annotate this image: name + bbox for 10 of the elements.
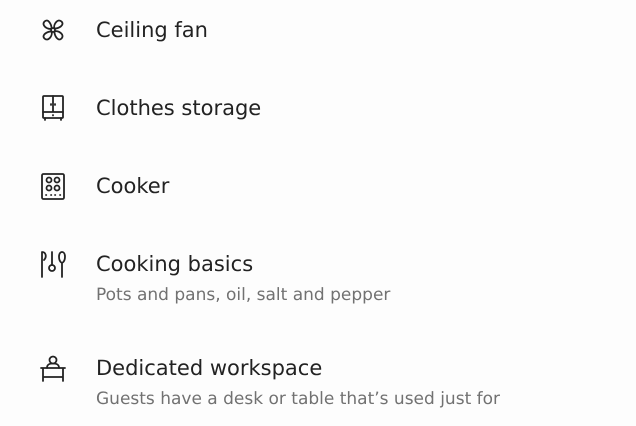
amenity-title: Ceiling fan xyxy=(96,17,208,43)
amenity-description: Pots and pans, oil, salt and pepper xyxy=(96,285,390,305)
cooker-icon xyxy=(38,171,68,201)
utensils-icon xyxy=(38,249,68,279)
amenity-title: Cooking basics xyxy=(96,251,254,277)
amenity-title: Clothes storage xyxy=(96,95,262,121)
amenity-title: Dedicated workspace xyxy=(96,355,324,381)
amenity-title: Cooker xyxy=(96,173,170,199)
desk-icon xyxy=(38,353,68,383)
amenity-description: Guests have a desk or table that’s used just for xyxy=(96,389,500,409)
